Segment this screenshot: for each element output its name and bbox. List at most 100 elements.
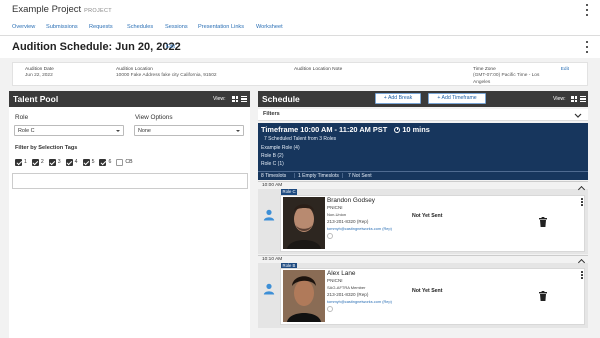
stat-separator: | [342, 172, 344, 179]
edit-info-link[interactable]: Edit [561, 67, 569, 72]
collapse-icon[interactable] [578, 257, 585, 264]
filters-label: Filters [263, 111, 280, 117]
talent-pool-title: Talent Pool [13, 94, 59, 104]
status-dot-icon [327, 233, 333, 239]
audition-location-value: 10000 Fake Address fake city California,… [116, 73, 217, 78]
talent-search-input[interactable] [12, 173, 248, 189]
page-title: Audition Schedule: Jun 20, 2022 [12, 41, 181, 53]
tag-cb[interactable]: CB [116, 157, 133, 167]
tag-1[interactable]: 1 [15, 157, 27, 167]
tag-5[interactable]: 5 [82, 157, 95, 167]
add-break-button[interactable]: + Add Break [375, 93, 421, 104]
tag-label: CB [125, 159, 133, 165]
person-icon[interactable] [263, 283, 275, 295]
talent-pool-panel [9, 107, 250, 338]
schedule-header: Audition Schedule: Jun 20, 2022 Edit [0, 36, 600, 58]
tab-worksheet[interactable]: Worksheet [256, 24, 283, 30]
tag-4[interactable]: 4 [65, 157, 78, 167]
talent-phone: 213-201-8320 (Rep) [327, 292, 369, 297]
project-nav: Overview Submissions Requests Schedules … [0, 20, 600, 36]
tag-label: 5 [91, 159, 95, 165]
filters-bar[interactable]: Filters [258, 109, 588, 121]
stat-separator: | [294, 172, 296, 179]
timeframe-summary[interactable]: Timeframe 10:00 AM - 11:20 AM PST 10 min… [258, 123, 588, 180]
role-select[interactable]: Role C [14, 125, 124, 136]
talent-menu-icon[interactable] [580, 198, 584, 206]
timeframe-role-1: Role B (2) [261, 153, 284, 159]
checkbox-icon[interactable] [48, 158, 56, 166]
divider [258, 181, 588, 182]
talent-name[interactable]: Alex Lane [327, 270, 355, 277]
timeframe-role-2: Role C (1) [261, 161, 284, 167]
talent-photo[interactable] [283, 270, 325, 322]
talent-menu-icon[interactable] [580, 271, 584, 279]
role-select-value: Role C [18, 128, 35, 134]
talent-union: SAG-AFTRA Member [327, 285, 366, 290]
project-name: Example Project [12, 4, 82, 15]
delete-icon[interactable] [539, 217, 547, 227]
talent-email[interactable]: tommyh@castingnetworks.com (Rep) [327, 299, 392, 304]
status-text: Not Yet Sent [412, 288, 443, 294]
talent-name[interactable]: Brandon Godsey [327, 197, 375, 204]
list-view-icon[interactable] [241, 96, 247, 102]
schedule-menu-icon[interactable] [584, 41, 590, 53]
empty-timeslot-count: 1 Empty Timeslots [298, 173, 339, 179]
not-sent-count: 7 Not Sent [348, 173, 372, 179]
grid-view-icon[interactable] [571, 96, 577, 102]
checkbox-icon[interactable] [65, 158, 73, 166]
audition-location-note-label: Audition Location Note [294, 67, 343, 72]
tag-2[interactable]: 2 [31, 157, 44, 167]
status-dot-icon [327, 306, 333, 312]
tag-6[interactable]: 6 [99, 157, 111, 167]
delete-icon[interactable] [539, 291, 547, 301]
checkbox-icon[interactable] [116, 158, 124, 166]
audition-date-label: Audition Date [25, 67, 54, 72]
project-menu-icon[interactable] [584, 4, 590, 16]
person-icon[interactable] [263, 209, 275, 221]
tab-sessions[interactable]: Sessions [165, 24, 188, 30]
tag-label: 1 [24, 159, 27, 165]
view-options-select[interactable]: None [134, 125, 244, 136]
filter-toggle-icon[interactable] [574, 111, 582, 119]
list-view-icon[interactable] [580, 96, 586, 102]
checkbox-icon[interactable] [99, 158, 107, 166]
checkbox-icon[interactable] [31, 158, 39, 166]
tab-submissions[interactable]: Submissions [46, 24, 78, 30]
view-options-label: View Options [135, 114, 173, 121]
status-text: Not Yet Sent [412, 213, 443, 219]
talent-pool-header: Talent Pool View: [9, 91, 250, 107]
selection-tags: 1 2 3 4 5 6 CB [15, 157, 133, 167]
project-subtitle: PROJECT [84, 8, 112, 14]
top-bar: Example Project PROJECT [0, 0, 600, 20]
tab-schedules[interactable]: Schedules [127, 24, 153, 30]
timeframe-title: Timeframe 10:00 AM - 11:20 AM PST 10 min… [261, 125, 430, 134]
time-zone-label: Time Zone [473, 67, 496, 72]
project-title: Example Project PROJECT [12, 4, 112, 15]
tag-label: 4 [74, 159, 78, 165]
schedule-title: Schedule [262, 94, 300, 104]
checkbox-icon[interactable] [15, 158, 22, 166]
tab-overview[interactable]: Overview [12, 24, 35, 30]
tag-3[interactable]: 3 [48, 157, 61, 167]
talent-email[interactable]: tommyh@castingnetworks.com (Rep) [327, 226, 392, 231]
timeframe-role-0: Example Role (4) [261, 145, 300, 151]
edit-title-link[interactable]: Edit [166, 44, 175, 50]
tag-label: 6 [108, 159, 112, 165]
talent-phone: 213-201-8320 (Rep) [327, 219, 369, 224]
tag-label: 2 [40, 159, 44, 165]
tab-requests[interactable]: Requests [89, 24, 113, 30]
schedule-view-label: View: [553, 96, 566, 102]
schedule-panel-header: Schedule + Add Break + Add Timeframe Vie… [258, 91, 588, 107]
talent-union: Non-Union [327, 212, 347, 217]
checkbox-icon[interactable] [82, 158, 90, 166]
grid-view-icon[interactable] [232, 96, 238, 102]
collapse-icon[interactable] [578, 184, 585, 191]
add-timeframe-button[interactable]: + Add Timeframe [428, 93, 486, 104]
slot-time: 10:10 AM [262, 257, 283, 262]
divider [258, 255, 588, 256]
talent-agency: PNICNI [327, 205, 343, 210]
tag-label: 3 [57, 159, 61, 165]
talent-photo[interactable] [283, 197, 325, 249]
tab-presentation-links[interactable]: Presentation Links [198, 24, 244, 30]
time-zone-value: (GMT-07:00) Pacific Time - Los Angeles [473, 73, 539, 86]
